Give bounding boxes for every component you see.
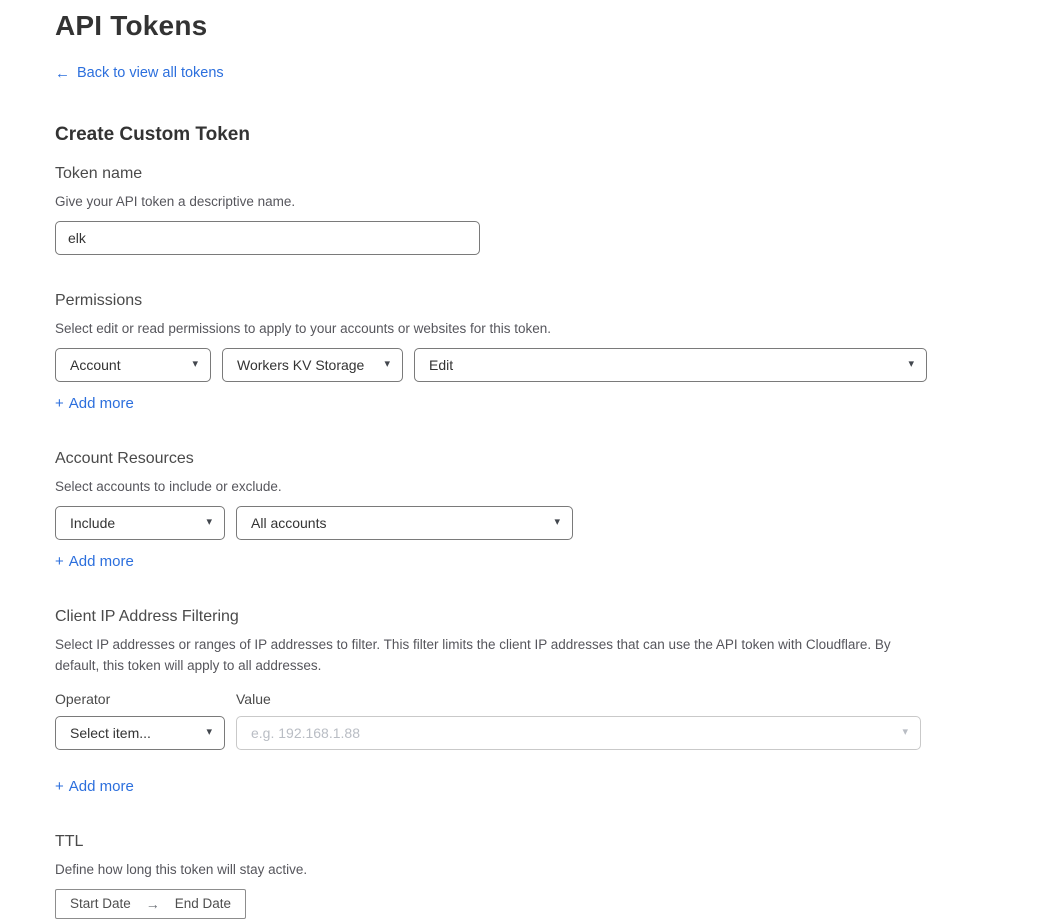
include-exclude-value: Include — [70, 515, 115, 531]
permission-access-value: Edit — [429, 357, 453, 373]
ttl-helper: Define how long this token will stay act… — [55, 859, 1043, 880]
create-custom-token-title: Create Custom Token — [55, 124, 1043, 146]
permission-resource-select[interactable]: Workers KV Storage ▾ — [222, 348, 403, 382]
chevron-down-icon: ▾ — [206, 517, 212, 528]
account-resources-helper: Select accounts to include or exclude. — [55, 476, 1043, 497]
ip-value-combo[interactable]: ▾ — [236, 716, 921, 750]
arrow-right-icon: → — [146, 896, 160, 912]
ip-filter-label: Client IP Address Filtering — [55, 608, 1043, 626]
chevron-down-icon: ▾ — [554, 517, 560, 528]
ip-filter-add-more-link[interactable]: + Add more — [55, 778, 134, 795]
permission-access-select[interactable]: Edit ▾ — [414, 348, 927, 382]
accounts-select[interactable]: All accounts ▾ — [236, 506, 573, 540]
chevron-down-icon: ▾ — [192, 359, 198, 370]
account-resources-row: Include ▾ All accounts ▾ — [55, 506, 1043, 540]
permissions-add-more-label: Add more — [69, 395, 134, 412]
ip-filter-helper: Select IP addresses or ranges of IP addr… — [55, 634, 923, 676]
permission-scope-select[interactable]: Account ▾ — [55, 348, 211, 382]
back-to-tokens-link[interactable]: ← Back to view all tokens — [55, 65, 224, 81]
account-resources-add-more-label: Add more — [69, 553, 134, 570]
plus-icon: + — [55, 778, 64, 795]
back-arrow-icon: ← — [55, 66, 70, 81]
account-resources-add-more-link[interactable]: + Add more — [55, 553, 134, 570]
ttl-date-range-button[interactable]: Start Date → End Date — [55, 889, 246, 919]
chevron-down-icon: ▾ — [206, 727, 212, 738]
permissions-helper: Select edit or read permissions to apply… — [55, 318, 1043, 339]
token-name-input[interactable] — [55, 221, 480, 255]
permission-resource-value: Workers KV Storage — [237, 357, 364, 373]
chevron-down-icon: ▾ — [384, 359, 390, 370]
plus-icon: + — [55, 553, 64, 570]
permissions-add-more-link[interactable]: + Add more — [55, 395, 134, 412]
chevron-down-icon: ▾ — [908, 359, 914, 370]
token-name-label: Token name — [55, 165, 1043, 183]
account-resources-label: Account Resources — [55, 450, 1043, 468]
token-name-helper: Give your API token a descriptive name. — [55, 191, 1043, 212]
api-tokens-page: API Tokens ← Back to view all tokens Cre… — [0, 0, 1043, 919]
include-exclude-select[interactable]: Include ▾ — [55, 506, 225, 540]
permission-scope-value: Account — [70, 357, 121, 373]
page-title: API Tokens — [55, 10, 1043, 42]
back-link-label: Back to view all tokens — [77, 65, 224, 81]
permissions-label: Permissions — [55, 292, 1043, 310]
ttl-label: TTL — [55, 833, 1043, 851]
ip-filter-add-more-label: Add more — [69, 778, 134, 795]
accounts-select-value: All accounts — [251, 515, 326, 531]
ip-filter-field-labels: Operator Value — [55, 691, 1043, 707]
value-label: Value — [236, 691, 271, 707]
operator-select[interactable]: Select item... ▾ — [55, 716, 225, 750]
plus-icon: + — [55, 395, 64, 412]
operator-label: Operator — [55, 691, 236, 707]
start-date-label: Start Date — [70, 896, 131, 911]
chevron-down-icon: ▾ — [902, 727, 908, 738]
ip-value-input[interactable] — [239, 718, 894, 748]
ip-filter-row: Select item... ▾ ▾ — [55, 716, 1043, 750]
end-date-label: End Date — [175, 896, 231, 911]
operator-select-value: Select item... — [70, 725, 151, 741]
permissions-row: Account ▾ Workers KV Storage ▾ Edit ▾ — [55, 348, 1043, 382]
